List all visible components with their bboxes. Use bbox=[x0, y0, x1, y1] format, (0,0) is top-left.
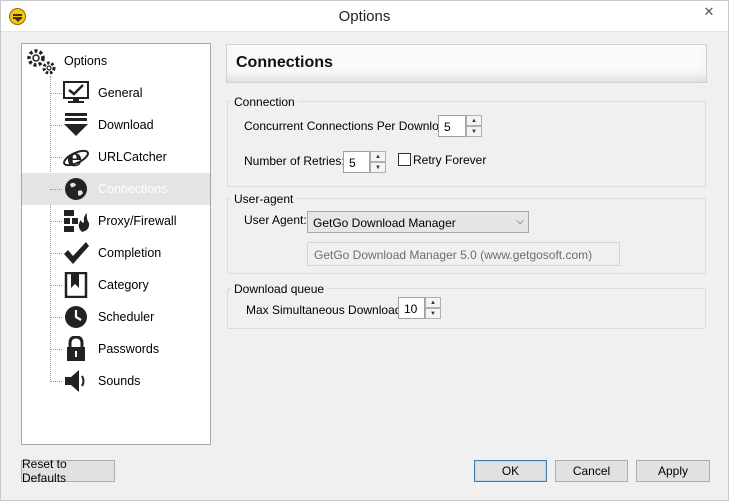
options-window: Options ✕ Options General Download e URL… bbox=[0, 0, 729, 501]
stepper-up-button[interactable]: ▲ bbox=[466, 115, 482, 126]
tree-item-urlcatcher[interactable]: e URLCatcher bbox=[22, 141, 210, 173]
title-bar: Options ✕ bbox=[1, 1, 728, 32]
retry-forever-checkbox[interactable] bbox=[398, 153, 411, 166]
tree-item-label: Category bbox=[98, 278, 149, 292]
ok-button[interactable]: OK bbox=[474, 460, 547, 482]
monitor-check-icon bbox=[63, 81, 89, 103]
chevron-down-icon: ⌵ bbox=[516, 216, 524, 227]
panel-header: Connections bbox=[226, 44, 707, 83]
user-agent-string: GetGo Download Manager 5.0 (www.getgosof… bbox=[314, 248, 593, 262]
concurrent-connections-label: Concurrent Connections Per Download: bbox=[244, 119, 456, 133]
panel-title: Connections bbox=[236, 54, 333, 71]
tree-item-scheduler[interactable]: Scheduler bbox=[22, 301, 210, 333]
tree-item-completion[interactable]: Completion bbox=[22, 237, 210, 269]
connection-group bbox=[227, 101, 706, 187]
user-agent-label: User Agent: bbox=[244, 213, 307, 227]
tree-root-options[interactable]: Options bbox=[24, 46, 107, 76]
stepper-down-button[interactable]: ▼ bbox=[466, 126, 482, 137]
clock-icon bbox=[65, 306, 87, 328]
max-downloads-stepper[interactable]: 10 ▲ ▼ bbox=[398, 297, 441, 319]
user-agent-group-title: User-agent bbox=[231, 192, 297, 206]
download-arrow-icon bbox=[64, 113, 88, 136]
tree-item-label: Scheduler bbox=[98, 310, 155, 324]
cancel-button[interactable]: Cancel bbox=[555, 460, 628, 482]
stepper-value: 5 bbox=[349, 156, 356, 170]
tree-item-label: Connections bbox=[98, 182, 168, 196]
stepper-down-button[interactable]: ▼ bbox=[425, 308, 441, 319]
tree-item-general[interactable]: General bbox=[22, 77, 210, 109]
padlock-icon bbox=[67, 336, 85, 361]
tree-item-connections[interactable]: Connections bbox=[22, 173, 210, 205]
firewall-icon bbox=[64, 210, 90, 232]
tree-root-label: Options bbox=[64, 54, 108, 68]
options-tree: Options General Download e URLCatcher Co… bbox=[21, 43, 211, 445]
retries-stepper[interactable]: 5 ▲ ▼ bbox=[343, 151, 386, 173]
max-downloads-label: Max Simultaneous Downloads: bbox=[246, 303, 411, 317]
user-agent-selected-value: GetGo Download Manager bbox=[313, 216, 456, 230]
stepper-value: 5 bbox=[444, 120, 451, 134]
tree-item-label: Download bbox=[98, 118, 154, 132]
retries-label: Number of Retries: bbox=[244, 154, 345, 168]
close-button[interactable]: ✕ bbox=[690, 1, 728, 23]
checkmark-icon bbox=[64, 242, 89, 264]
tree-item-label: General bbox=[98, 86, 143, 100]
tree-item-label: Completion bbox=[98, 246, 162, 260]
tree-item-proxy-firewall[interactable]: Proxy/Firewall bbox=[22, 205, 210, 237]
tree-item-label: Sounds bbox=[98, 374, 141, 388]
window-title: Options bbox=[338, 8, 391, 25]
download-queue-group-title: Download queue bbox=[231, 282, 328, 296]
apply-button[interactable]: Apply bbox=[636, 460, 710, 482]
stepper-value: 10 bbox=[404, 302, 418, 316]
tree-item-download[interactable]: Download bbox=[22, 109, 210, 141]
user-agent-select[interactable]: GetGo Download Manager ⌵ bbox=[307, 211, 529, 233]
tree-item-label: Passwords bbox=[98, 342, 160, 356]
ie-logo-icon: e bbox=[63, 144, 89, 170]
tree-item-category[interactable]: Category bbox=[22, 269, 210, 301]
stepper-up-button[interactable]: ▲ bbox=[425, 297, 441, 308]
gears-icon bbox=[27, 49, 56, 75]
speaker-icon bbox=[65, 370, 85, 392]
reset-to-defaults-button[interactable]: Reset to Defaults bbox=[21, 457, 115, 485]
tree-item-label: Proxy/Firewall bbox=[98, 214, 177, 228]
connection-group-title: Connection bbox=[231, 95, 298, 109]
concurrent-connections-stepper[interactable]: 5 ▲ ▼ bbox=[438, 115, 482, 137]
tree-item-sounds[interactable]: Sounds bbox=[22, 365, 210, 397]
tree-item-passwords[interactable]: Passwords bbox=[22, 333, 210, 365]
tree-item-label: URLCatcher bbox=[98, 150, 167, 164]
stepper-up-button[interactable]: ▲ bbox=[370, 151, 386, 162]
stepper-down-button[interactable]: ▼ bbox=[370, 162, 386, 173]
retry-forever-label: Retry Forever bbox=[413, 153, 487, 167]
user-agent-string-field: GetGo Download Manager 5.0 (www.getgosof… bbox=[307, 242, 620, 266]
bookmark-icon bbox=[64, 272, 88, 298]
globe-icon bbox=[65, 178, 87, 200]
